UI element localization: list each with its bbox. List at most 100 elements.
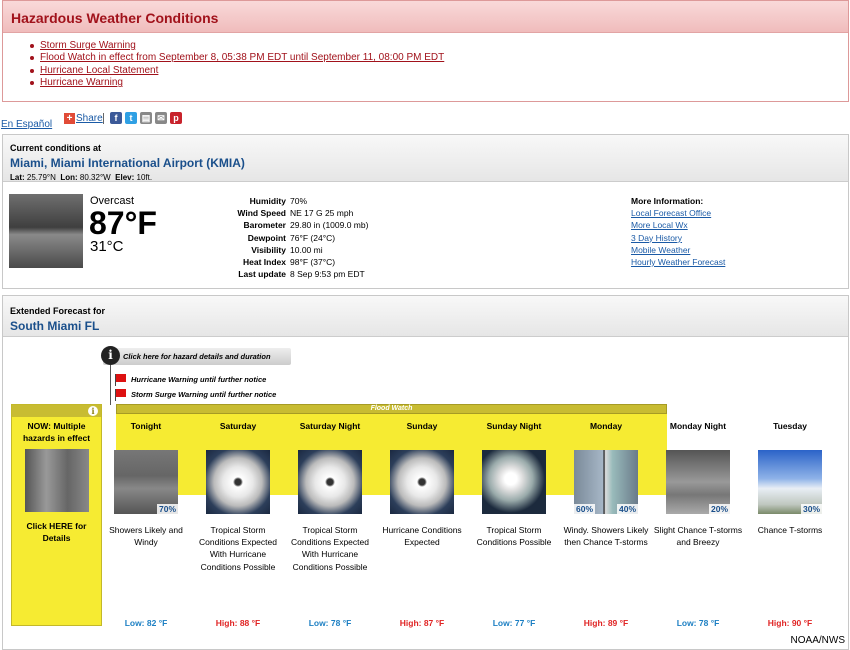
three-day-history-link[interactable]: 3 Day History: [631, 233, 682, 243]
current-temp-f: 87°F: [89, 205, 157, 241]
period-name: Saturday: [219, 421, 257, 431]
detail-value: NE 17 G 25 mph: [290, 208, 354, 219]
period-temperature: High: 90 °F: [767, 618, 813, 628]
current-conditions-header: Current conditions at Miami, Miami Inter…: [3, 135, 848, 182]
forecast-period[interactable]: Saturday Tropical Storm Conditions Expect…: [193, 414, 283, 628]
forecast-period[interactable]: Tonight 70% Showers Likely and Windy Low: 8…: [101, 414, 191, 628]
hourly-forecast-link[interactable]: Hourly Weather Forecast: [631, 257, 725, 267]
current-temp-c: 31°C: [90, 238, 124, 255]
forecast-period[interactable]: Sunday Hurricane Conditions Expected High:…: [377, 414, 467, 628]
period-temperature: Low: 78 °F: [308, 618, 352, 628]
detail-row: Dewpoint 76°F (24°C): [228, 232, 368, 244]
now-hazards-text: NOW: Multiple hazards in effect: [22, 421, 91, 443]
social-icons: f t ▤ ✉ p: [110, 112, 182, 124]
extended-forecast-header: Extended Forecast for South Miami FL: [3, 296, 848, 337]
period-name: Monday: [589, 421, 623, 431]
more-info: More Information: Local Forecast Office …: [631, 195, 725, 268]
info-icon[interactable]: i: [101, 346, 120, 365]
detail-value: 98°F (37°C): [290, 257, 336, 268]
period-description: Hurricane Conditions Expected: [382, 525, 462, 548]
share-label[interactable]: Share: [76, 113, 103, 124]
lon-value: 80.32°W: [79, 173, 111, 182]
detail-value: 8 Sep 9:53 pm EDT: [290, 269, 365, 280]
facebook-icon[interactable]: f: [110, 112, 122, 124]
period-name: Tuesday: [773, 421, 807, 431]
period-description: Tropical Storm Conditions Expected With …: [199, 525, 277, 572]
detail-row: Barometer 29.80 in (1009.0 mb): [228, 219, 368, 231]
hazard-list: Storm Surge Warning Flood Watch in effec…: [3, 33, 848, 90]
now-header-bar: i: [12, 405, 101, 417]
forecast-period[interactable]: Sunday Night Tropical Storm Conditions Po…: [469, 414, 559, 628]
pinterest-icon[interactable]: p: [170, 112, 182, 124]
detail-value: 29.80 in (1009.0 mb): [290, 220, 369, 231]
period-temperature: Low: 78 °F: [676, 618, 720, 628]
detail-row: Heat Index 98°F (37°C): [228, 256, 368, 268]
detail-row: Visibility 10.00 mi: [228, 244, 368, 256]
hazard-link-storm-surge[interactable]: Storm Surge Warning: [40, 40, 136, 51]
station-coords: Lat: 25.79°N Lon: 80.32°W Elev: 10ft.: [10, 173, 848, 182]
forecast-weather-image[interactable]: [298, 450, 362, 514]
hazard-item: Flood Watch in effect from September 8, …: [30, 52, 848, 64]
detail-label: Humidity: [249, 196, 286, 206]
forecast-weather-image[interactable]: 60% 40%: [574, 450, 638, 514]
precip-chance: 30%: [800, 504, 822, 514]
more-info-title: More Information:: [631, 196, 704, 206]
hazard-header: Hazardous Weather Conditions: [3, 1, 848, 33]
precip-chance: 20%: [708, 504, 730, 514]
credit: NOAA/NWS: [790, 635, 845, 646]
mobile-weather-link[interactable]: Mobile Weather: [631, 245, 690, 255]
forecast-weather-image[interactable]: 20%: [666, 450, 730, 514]
detail-row: Last update 8 Sep 9:53 pm EDT: [228, 268, 368, 280]
hazard-item: Hurricane Warning: [30, 77, 848, 89]
forecast-weather-image[interactable]: 30%: [758, 450, 822, 514]
share-button[interactable]: + Share: [64, 113, 103, 124]
plus-icon: +: [64, 113, 75, 124]
overcast-image: [9, 194, 83, 268]
forecast-period[interactable]: Monday Night 20% Slight Chance T-storms an…: [653, 414, 743, 628]
forecast-weather-image[interactable]: [482, 450, 546, 514]
period-temperature: High: 89 °F: [583, 618, 629, 628]
hazard-link-hurricane-statement[interactable]: Hurricane Local Statement: [40, 65, 158, 76]
hazard-link-flood-watch[interactable]: Flood Watch in effect from September 8, …: [40, 52, 444, 63]
info-icon[interactable]: i: [88, 406, 98, 416]
local-forecast-office-link[interactable]: Local Forecast Office: [631, 208, 711, 218]
hurricane-warning-flag-icon: [116, 374, 126, 382]
period-temperature: Low: 82 °F: [124, 618, 168, 628]
hazard-title: Hazardous Weather Conditions: [11, 10, 219, 26]
hazard-details-button[interactable]: Click here for hazard details and durati…: [103, 348, 291, 365]
period-temperature: High: 87 °F: [399, 618, 445, 628]
forecast-place: South Miami FL: [10, 319, 100, 333]
elev-label: Elev:: [115, 173, 135, 182]
storm-surge-warning-text[interactable]: Storm Surge Warning until further notice: [131, 390, 276, 399]
more-local-wx-link[interactable]: More Local Wx: [631, 220, 688, 230]
hurricane-warning-text[interactable]: Hurricane Warning until further notice: [131, 375, 266, 384]
period-name: Saturday Night: [299, 421, 361, 431]
now-hazards-box[interactable]: i NOW: Multiple hazards in effect Click …: [11, 404, 102, 626]
now-hazard-image: [24, 449, 89, 512]
twitter-icon[interactable]: t: [125, 112, 137, 124]
detail-value: 76°F (24°C): [290, 232, 336, 243]
forecast-period[interactable]: Saturday Night Tropical Storm Conditions …: [285, 414, 375, 628]
lat-label: Lat:: [10, 173, 25, 182]
now-details-link[interactable]: Click HERE for Details: [12, 520, 101, 544]
detail-label: Last update: [238, 269, 286, 280]
period-description: Showers Likely and Windy: [109, 525, 183, 548]
flood-watch-band[interactable]: Flood Watch: [116, 404, 667, 414]
forecast-weather-image[interactable]: 70%: [114, 450, 178, 514]
period-name: Tonight: [130, 421, 162, 431]
hazard-item: Storm Surge Warning: [30, 40, 848, 52]
detail-row: Humidity 70%: [228, 195, 368, 207]
period-name: Monday Night: [669, 421, 727, 431]
precip-chance: 40%: [616, 504, 638, 514]
period-name: Sunday Night: [486, 421, 542, 431]
spanish-language-link[interactable]: En Español: [1, 119, 52, 130]
email-icon[interactable]: ✉: [155, 112, 167, 124]
hazard-link-hurricane-warning[interactable]: Hurricane Warning: [40, 77, 123, 88]
divider: [103, 113, 104, 124]
hazard-item: Hurricane Local Statement: [30, 65, 848, 77]
forecast-weather-image[interactable]: [390, 450, 454, 514]
print-icon[interactable]: ▤: [140, 112, 152, 124]
forecast-weather-image[interactable]: [206, 450, 270, 514]
forecast-period[interactable]: Monday 60% 40% Windy. Showers Likely then C…: [561, 414, 651, 628]
forecast-period[interactable]: Tuesday 30% Chance T-storms High: 90 °F: [745, 414, 835, 628]
